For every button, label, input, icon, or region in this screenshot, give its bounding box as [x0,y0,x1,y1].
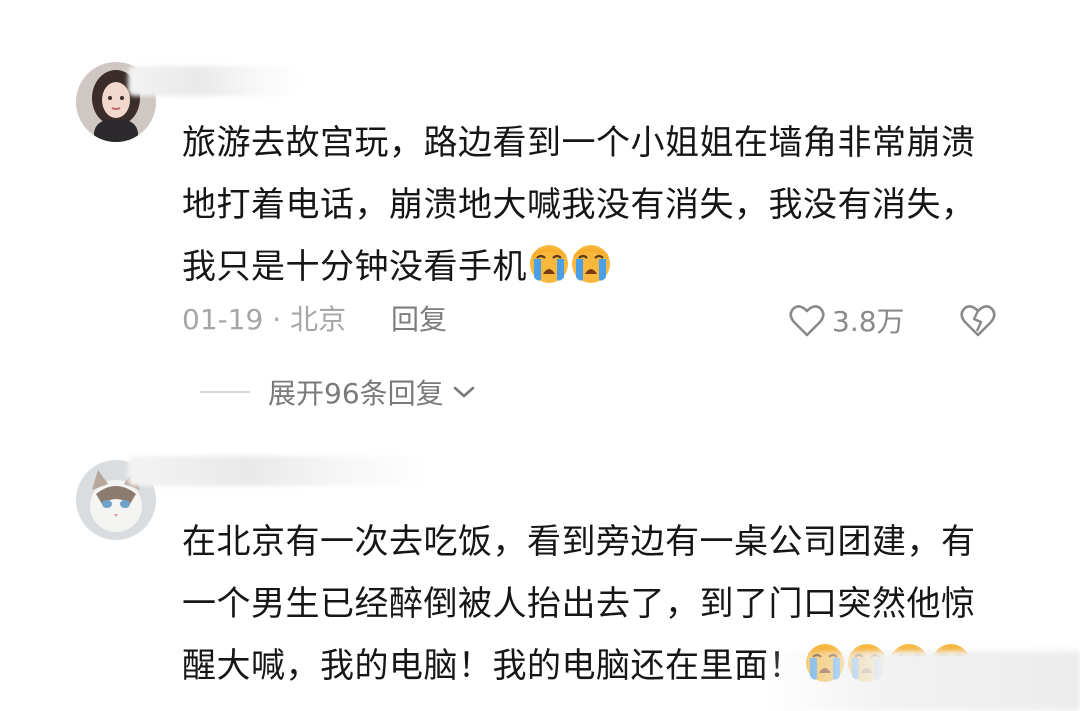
username-redacted[interactable] [128,66,300,96]
expand-replies-label: 展开96条回复 [268,377,444,410]
like-count: 3.8万 [832,305,905,338]
comment-meta: 01-19 · 北京 回复 [182,298,447,342]
comment-date: 01-19 [182,303,264,336]
heart-outline-icon [789,305,825,337]
username-redacted[interactable] [128,456,428,486]
like-button[interactable]: 3.8万 [788,298,905,342]
broken-heart-icon[interactable] [958,301,998,339]
crying-emoji-icon [571,244,611,284]
emoji-group [527,247,611,287]
divider-line [200,391,250,393]
watermark-blur [760,651,1080,711]
comment-location: 北京 [290,303,347,336]
reply-button[interactable]: 回复 [391,303,447,336]
crying-emoji-icon [529,244,569,284]
expand-replies-button[interactable]: 展开96条回复 [200,370,476,414]
comment-text: 旅游去故宫玩，路边看到一个小姐姐在墙角非常崩溃地打着电话，崩溃地大喊我没有消失，… [182,123,976,287]
meta-separator: · [272,303,282,336]
chevron-down-icon [453,386,474,398]
